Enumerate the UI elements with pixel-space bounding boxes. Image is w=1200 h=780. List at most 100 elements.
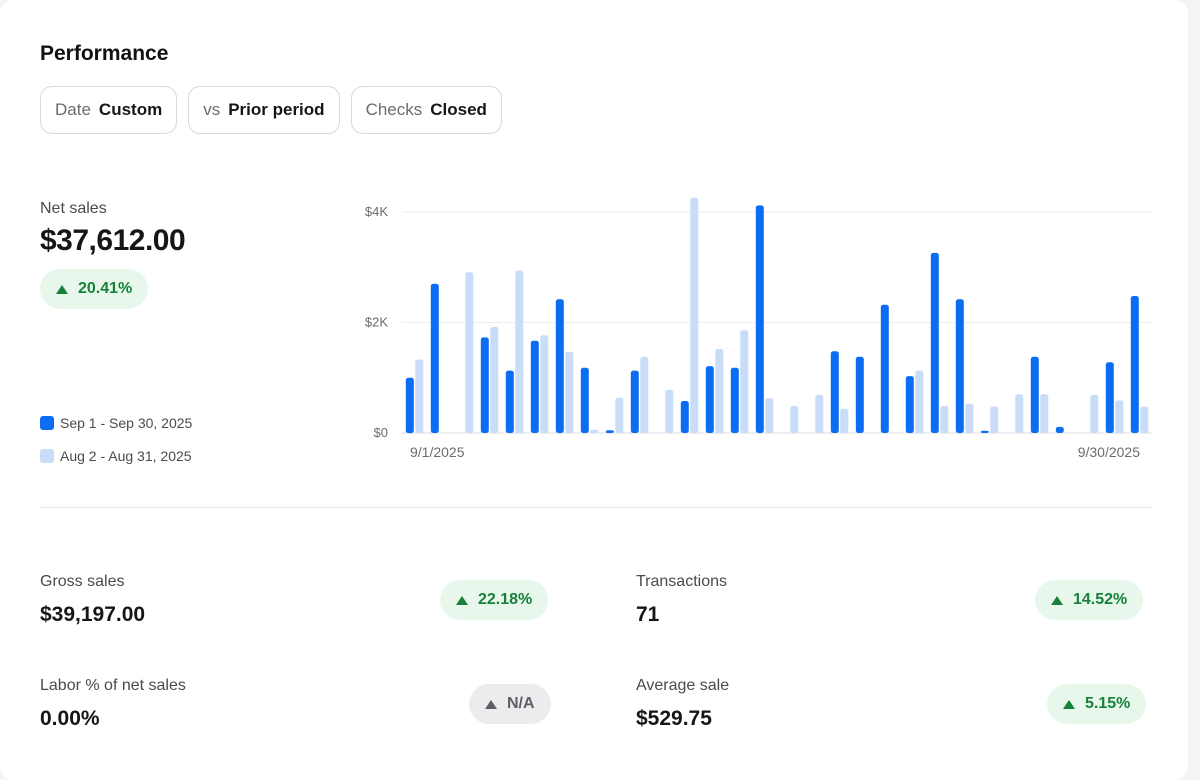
filter-value: Prior period (228, 100, 325, 119)
legend-item-current: Sep 1 - Sep 30, 2025 (40, 415, 192, 431)
gross-sales-label: Gross sales (40, 573, 125, 590)
filter-key: Checks (365, 100, 423, 119)
bar-prior[interactable] (815, 394, 824, 433)
bar-prior[interactable] (540, 335, 549, 433)
bar-current[interactable] (555, 299, 564, 433)
bar-current[interactable] (980, 430, 989, 433)
bar-current[interactable] (505, 370, 514, 433)
change-text: 20.41% (78, 280, 133, 297)
bar-prior[interactable] (740, 330, 749, 433)
y-tick-label: $0 (374, 425, 388, 440)
bar-prior[interactable] (690, 197, 699, 433)
legend-swatch (40, 416, 54, 430)
bar-current[interactable] (730, 367, 739, 433)
gross-sales-change-badge: 22.18% (440, 580, 549, 620)
legend-label: Sep 1 - Sep 30, 2025 (60, 415, 193, 431)
net-sales-chart: $0 $2K $4K 9/1/2025 9/30/2025 (350, 195, 1160, 475)
comparison-filter-button[interactable]: vs Prior period (188, 86, 340, 134)
bar-current[interactable] (755, 205, 764, 433)
net-sales-change-badge: 20.41% (40, 269, 149, 309)
bar-current[interactable] (905, 376, 914, 433)
bar-current[interactable] (955, 299, 964, 433)
y-tick-label: $2K (365, 315, 388, 330)
checks-filter-button[interactable]: Checks Closed (350, 86, 502, 134)
change-text: 5.15% (1085, 695, 1131, 712)
bar-current[interactable] (855, 356, 864, 433)
labor-change-badge: N/A (469, 684, 551, 724)
neutral-arrow-icon (485, 699, 497, 709)
divider (40, 507, 1152, 508)
filter-key: Date (55, 100, 91, 119)
bar-prior[interactable] (1115, 400, 1124, 433)
labor-label: Labor % of net sales (40, 677, 186, 694)
legend-label: Aug 2 - Aug 31, 2025 (60, 448, 192, 464)
bar-current[interactable] (530, 340, 539, 433)
bar-prior[interactable] (1015, 394, 1024, 433)
bar-prior[interactable] (565, 351, 574, 433)
performance-card: Performance Date Custom vs Prior period … (0, 0, 1188, 780)
filter-value: Closed (430, 100, 487, 119)
bar-chart-svg: $0 $2K $4K 9/1/2025 9/30/2025 (365, 197, 1152, 460)
bar-current[interactable] (680, 401, 689, 433)
bar-prior[interactable] (1040, 394, 1049, 433)
legend-swatch (40, 449, 54, 463)
transactions-change-badge: 14.52% (1035, 580, 1144, 620)
bar-current[interactable] (930, 252, 939, 433)
bar-prior[interactable] (465, 272, 474, 433)
bar-current[interactable] (1130, 296, 1139, 433)
bar-current[interactable] (1105, 362, 1114, 433)
up-arrow-icon (56, 284, 68, 294)
x-tick-label: 9/1/2025 (410, 444, 465, 460)
bar-prior[interactable] (715, 349, 724, 433)
bar-current[interactable] (480, 337, 489, 433)
date-filter-button[interactable]: Date Custom (40, 86, 178, 134)
bar-prior[interactable] (515, 270, 524, 433)
bar-current[interactable] (580, 367, 589, 433)
up-arrow-icon (456, 595, 468, 605)
bar-prior[interactable] (490, 326, 499, 433)
change-text: 22.18% (478, 591, 533, 608)
bar-current[interactable] (405, 377, 414, 434)
bar-prior[interactable] (415, 359, 424, 434)
bar-current[interactable] (1055, 426, 1064, 433)
bar-prior[interactable] (1140, 406, 1149, 434)
bar-prior[interactable] (640, 356, 649, 433)
bar-prior[interactable] (790, 405, 799, 433)
gross-sales-value: $39,197.00 (40, 603, 146, 626)
change-text: 14.52% (1073, 591, 1128, 608)
bar-prior[interactable] (915, 370, 924, 433)
filter-bar: Date Custom vs Prior period Checks Close… (40, 86, 502, 134)
up-arrow-icon (1063, 699, 1075, 709)
bar-prior[interactable] (990, 406, 999, 434)
change-text: N/A (507, 695, 535, 712)
bar-prior[interactable] (965, 403, 974, 433)
bar-prior[interactable] (940, 405, 949, 433)
net-sales-value: $37,612.00 (40, 224, 186, 257)
bar-current[interactable] (430, 283, 439, 433)
up-arrow-icon (1051, 595, 1063, 605)
transactions-label: Transactions (636, 573, 727, 590)
filter-value: Custom (98, 100, 163, 119)
bar-current[interactable] (705, 366, 714, 433)
transactions-value: 71 (636, 603, 660, 626)
bar-prior[interactable] (590, 429, 599, 433)
labor-value: 0.00% (40, 707, 100, 730)
bar-prior[interactable] (840, 408, 849, 433)
bar-current[interactable] (830, 351, 839, 433)
bar-current[interactable] (605, 430, 614, 433)
bar-current[interactable] (630, 370, 639, 433)
legend-item-prior: Aug 2 - Aug 31, 2025 (40, 448, 192, 464)
page-title: Performance (40, 42, 169, 65)
bar-prior[interactable] (665, 389, 674, 433)
y-tick-label: $4K (365, 204, 388, 219)
bar-prior[interactable] (615, 397, 624, 433)
bar-prior[interactable] (1090, 394, 1099, 433)
net-sales-label: Net sales (40, 200, 107, 217)
bar-current[interactable] (880, 304, 889, 433)
filter-key: vs (203, 100, 221, 119)
bar-prior[interactable] (765, 398, 774, 433)
average-sale-change-badge: 5.15% (1047, 684, 1147, 724)
x-tick-label: 9/30/2025 (1078, 444, 1140, 460)
bar-current[interactable] (1030, 356, 1039, 433)
average-sale-label: Average sale (636, 677, 730, 694)
